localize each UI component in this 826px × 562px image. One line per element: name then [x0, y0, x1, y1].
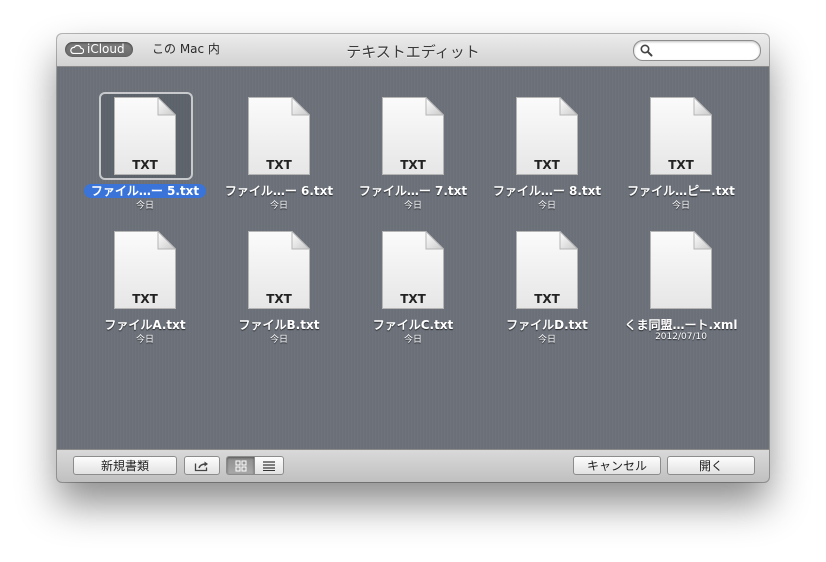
file-browser-grid: TXT ファイル…ー 5.txt 今日 TXT ファイル…ー 6.txt 今日 TXT ファイ…: [57, 67, 769, 449]
file-date: 今日: [135, 201, 154, 211]
file-item[interactable]: TXT ファイル…ー 8.txt 今日: [480, 97, 614, 227]
file-name: ファイル…ー 8.txt: [480, 182, 614, 199]
file-name-text: ファイル…ー 8.txt: [492, 184, 602, 198]
file-date: 今日: [403, 335, 422, 345]
file-name: ファイルB.txt: [212, 316, 346, 333]
file-name-text: ファイルC.txt: [372, 318, 454, 332]
file-extension-label: TXT: [534, 158, 560, 172]
grid-icon: [235, 460, 246, 471]
document-icon: TXT: [248, 97, 310, 175]
share-button[interactable]: [184, 456, 220, 475]
file-name-text: ファイルB.txt: [238, 318, 320, 332]
list-view-button[interactable]: [254, 456, 284, 475]
file-name: ファイル…ピー.txt: [614, 182, 748, 199]
document-icon: TXT: [650, 97, 712, 175]
file-item[interactable]: TXT ファイルC.txt 今日: [346, 231, 480, 361]
file-name-text: ファイル…ー 7.txt: [358, 184, 468, 198]
file-extension-label: TXT: [400, 292, 426, 306]
file-extension-label: TXT: [132, 292, 158, 306]
document-icon: TXT: [114, 231, 176, 309]
icon-view-button[interactable]: [226, 456, 255, 475]
dialog-bottom-bar: 新規書類 キャンセル 開く: [57, 449, 769, 482]
open-button[interactable]: 開く: [667, 456, 755, 475]
file-name: ファイル…ー 7.txt: [346, 182, 480, 199]
file-item[interactable]: TXT ファイルD.txt 今日: [480, 231, 614, 361]
file-date: 今日: [403, 201, 422, 211]
open-dialog-window: iCloud この Mac 内 テキストエディット TXT ファイル…ー 5.tx…: [57, 34, 769, 482]
document-icon: TXT: [114, 97, 176, 175]
file-date: 今日: [537, 201, 556, 211]
document-icon: TXT: [382, 97, 444, 175]
document-icon: TXT: [516, 231, 578, 309]
search-icon: [640, 44, 653, 57]
document-icon: TXT: [382, 231, 444, 309]
file-date: 今日: [269, 335, 288, 345]
file-name: ファイル…ー 6.txt: [212, 182, 346, 199]
file-date: 今日: [269, 201, 288, 211]
file-extension-label: TXT: [668, 158, 694, 172]
document-icon: TXT: [516, 97, 578, 175]
file-name-text: ファイル…ピー.txt: [627, 184, 735, 198]
file-date: 今日: [671, 201, 690, 211]
file-extension-label: TXT: [266, 292, 292, 306]
new-document-button[interactable]: 新規書類: [73, 456, 177, 475]
file-item[interactable]: TXT ファイル…ー 7.txt 今日: [346, 97, 480, 227]
file-name: ファイル…ー 5.txt: [78, 182, 212, 199]
search-input[interactable]: [633, 40, 761, 61]
file-name: ファイルC.txt: [346, 316, 480, 333]
cancel-button[interactable]: キャンセル: [573, 456, 661, 475]
file-date: 今日: [135, 335, 154, 345]
file-item[interactable]: くま同盟…ート.xml 2012/07/10: [614, 231, 748, 361]
file-date: 2012/07/10: [655, 332, 707, 342]
file-item[interactable]: TXT ファイル…ー 5.txt 今日: [78, 92, 212, 227]
file-name: くま同盟…ート.xml: [614, 316, 748, 333]
file-name-text: くま同盟…ート.xml: [624, 318, 738, 332]
dialog-toolbar: iCloud この Mac 内 テキストエディット: [57, 34, 769, 67]
file-name-text: ファイルA.txt: [104, 318, 186, 332]
file-extension-label: TXT: [132, 158, 158, 172]
document-icon: [650, 231, 712, 309]
file-name: ファイルA.txt: [78, 316, 212, 333]
file-item[interactable]: TXT ファイルB.txt 今日: [212, 231, 346, 361]
file-name: ファイルD.txt: [480, 316, 614, 333]
file-name-text: ファイルD.txt: [506, 318, 588, 332]
file-extension-label: TXT: [534, 292, 560, 306]
file-item[interactable]: TXT ファイル…ー 6.txt 今日: [212, 97, 346, 227]
share-icon: [194, 461, 208, 471]
file-item[interactable]: TXT ファイルA.txt 今日: [78, 231, 212, 361]
file-name-text: ファイル…ー 5.txt: [83, 184, 207, 198]
file-date: 今日: [537, 335, 556, 345]
file-item[interactable]: TXT ファイル…ピー.txt 今日: [614, 97, 748, 227]
list-icon: [263, 460, 275, 471]
file-extension-label: TXT: [400, 158, 426, 172]
file-name-text: ファイル…ー 6.txt: [224, 184, 334, 198]
file-extension-label: TXT: [266, 158, 292, 172]
document-icon: TXT: [248, 231, 310, 309]
